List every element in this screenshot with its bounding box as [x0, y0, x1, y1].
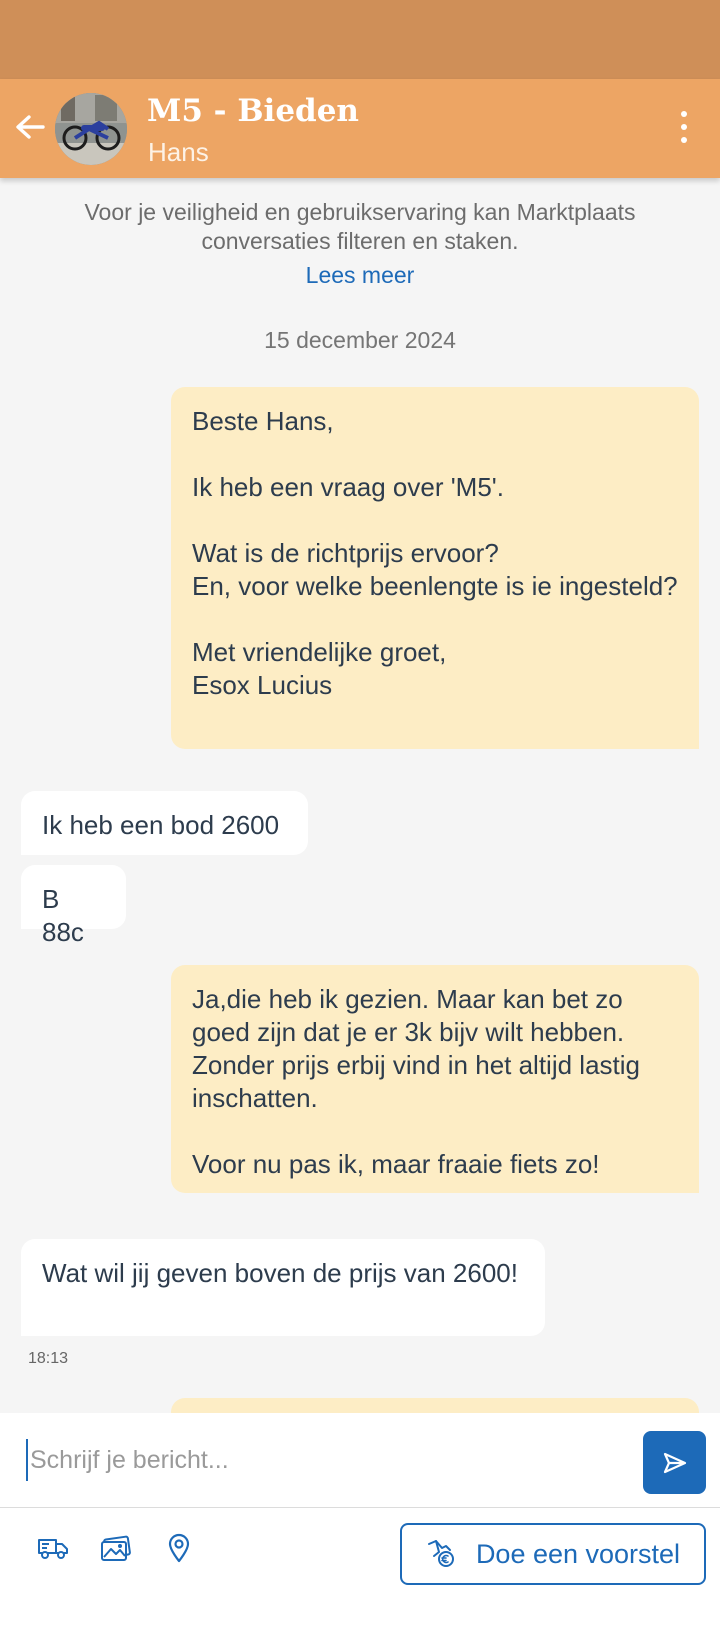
- location-pin-icon: [168, 1533, 190, 1563]
- hand-coin-icon: [427, 1540, 454, 1567]
- conversation-title: M5 - Bieden: [147, 93, 359, 129]
- arrow-left-icon: [16, 115, 45, 139]
- message-composer: [0, 1413, 720, 1507]
- avatar[interactable]: [55, 93, 127, 165]
- app-header: M5 - Bieden Hans: [0, 79, 720, 178]
- status-bar: [0, 0, 720, 79]
- delivery-truck-icon: [38, 1539, 68, 1559]
- date-separator: 15 december 2024: [264, 327, 456, 353]
- message-received[interactable]: B 88c: [21, 865, 126, 947]
- message-timestamp: 18:13: [28, 1350, 69, 1367]
- make-offer-label: Doe een voorstel: [475, 1538, 681, 1569]
- action-toolbar: Doe een voorstel: [0, 1507, 720, 1640]
- images-icon: [101, 1535, 131, 1561]
- shipping-button[interactable]: [33, 1528, 73, 1568]
- message-input[interactable]: [26, 1439, 626, 1481]
- safety-notice: Voor je veiligheid en gebruikservaring k…: [84, 199, 636, 254]
- share-location-button[interactable]: [159, 1528, 199, 1568]
- message-sent[interactable]: Ja,die heb ik gezien. Maar kan bet zo go…: [171, 965, 699, 1193]
- message-received[interactable]: Wat wil jij geven boven de prijs van 260…: [21, 1239, 545, 1336]
- message-sent-partial[interactable]: [171, 1398, 699, 1413]
- send-button[interactable]: [643, 1431, 706, 1494]
- more-vertical-icon: [681, 111, 687, 117]
- message-sent[interactable]: Beste Hans, Ik heb een vraag over 'M5'. …: [171, 387, 699, 749]
- back-button[interactable]: [10, 107, 50, 147]
- message-received[interactable]: Ik heb een bod 2600: [21, 791, 308, 855]
- bicycle-photo-icon: [55, 93, 127, 165]
- attach-photos-button[interactable]: [96, 1528, 136, 1568]
- contact-name: Hans: [148, 137, 209, 167]
- chat-messages[interactable]: Voor je veiligheid en gebruikservaring k…: [0, 178, 720, 1413]
- read-more-link[interactable]: Lees meer: [0, 262, 720, 289]
- send-icon: [663, 1452, 686, 1473]
- more-options-button[interactable]: [662, 105, 706, 149]
- make-offer-button[interactable]: Doe een voorstel: [400, 1523, 706, 1585]
